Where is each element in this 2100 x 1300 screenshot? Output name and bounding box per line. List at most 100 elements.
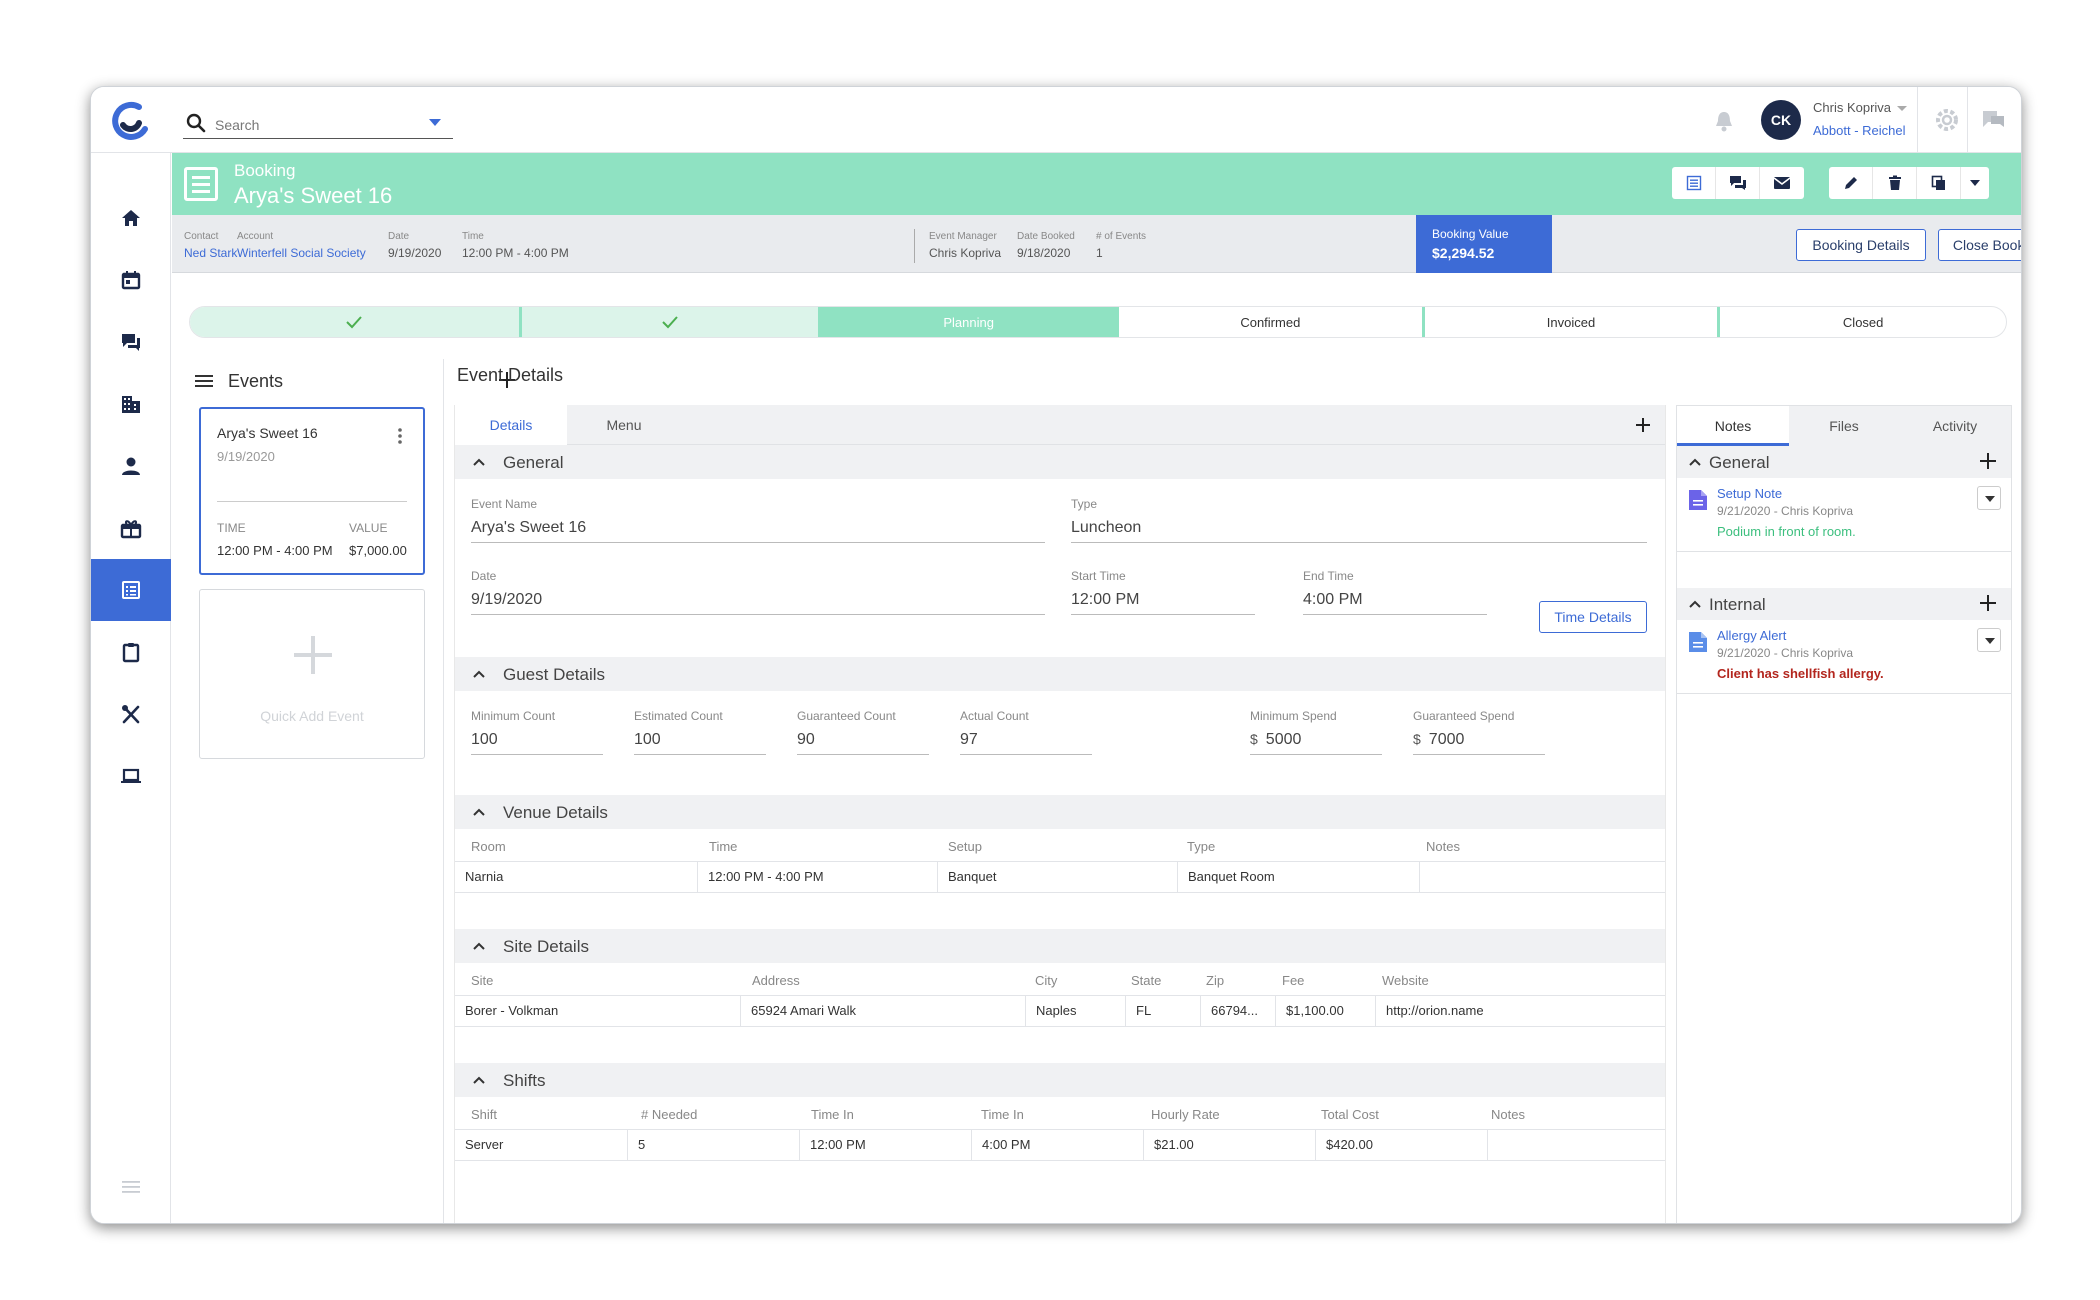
sidebar-item-menus[interactable] — [91, 683, 171, 745]
add-note-plus-icon[interactable] — [1979, 452, 1997, 470]
event-name-field[interactable]: Event Name Arya's Sweet 16 — [471, 497, 1045, 543]
sidebar-item-accounts[interactable] — [91, 373, 171, 435]
search-input[interactable]: Search — [215, 117, 259, 133]
person-icon — [122, 457, 140, 475]
search-bar[interactable]: Search — [183, 111, 453, 139]
section-guest-details[interactable]: Guest Details — [455, 657, 1665, 691]
notes-section-general[interactable]: General — [1677, 446, 2011, 478]
note-item[interactable]: Allergy Alert 9/21/2020 - Chris Kopriva … — [1677, 622, 2011, 694]
minimum-count-field[interactable]: Minimum Count 100 — [471, 709, 603, 755]
section-venue-details[interactable]: Venue Details — [455, 795, 1665, 829]
email-button[interactable] — [1760, 167, 1804, 199]
sidebar-item-messages[interactable] — [91, 311, 171, 373]
booking-value: Booking Value $2,294.52 — [1416, 215, 1552, 273]
date-field: Date 9/19/2020 — [388, 231, 442, 260]
sidebar-item-tasks[interactable] — [91, 621, 171, 683]
status-step[interactable] — [190, 307, 522, 337]
note-menu-dropdown[interactable] — [1977, 628, 2001, 652]
chat-icon[interactable] — [1979, 107, 2007, 133]
note-body: Client has shellfish allergy. — [1717, 666, 1884, 681]
divider — [443, 359, 444, 1223]
delete-button[interactable] — [1873, 167, 1917, 199]
note-item[interactable]: Setup Note 9/21/2020 - Chris Kopriva Pod… — [1677, 480, 2011, 552]
notes-section-internal[interactable]: Internal — [1677, 588, 2011, 620]
booking-info-strip: Contact Ned Stark Account Winterfell Socia… — [172, 215, 2021, 273]
bell-icon[interactable] — [1713, 109, 1735, 133]
booking-label: Booking — [234, 161, 296, 180]
estimated-count-field[interactable]: Estimated Count 100 — [634, 709, 766, 755]
minimum-spend-field[interactable]: Minimum Spend $5000 — [1250, 709, 1382, 755]
trash-icon — [1888, 175, 1901, 190]
tab-activity[interactable]: Activity — [1899, 406, 2011, 446]
table-row[interactable]: Borer - Volkman 65924 Amari Walk Naples … — [455, 995, 1665, 1027]
tab-files[interactable]: Files — [1789, 406, 1899, 446]
guaranteed-spend-field[interactable]: Guaranteed Spend $7000 — [1413, 709, 1545, 755]
table-header: Room Time Setup Type Notes — [471, 839, 1460, 854]
date-field[interactable]: Date 9/19/2020 — [471, 569, 1045, 615]
tab-menu[interactable]: Menu — [567, 405, 681, 445]
user-org[interactable]: Abbott - Reichel — [1813, 123, 1906, 138]
tab-notes[interactable]: Notes — [1677, 406, 1789, 446]
actual-count-field[interactable]: Actual Count 97 — [960, 709, 1092, 755]
type-field[interactable]: Type Luncheon — [1071, 497, 1647, 543]
more-actions-dropdown[interactable] — [1961, 167, 1989, 199]
status-step-invoiced[interactable]: Invoiced — [1425, 307, 1721, 337]
menu-icon[interactable] — [194, 373, 214, 389]
sidebar-item-reports[interactable] — [91, 745, 171, 807]
time-field: Time 12:00 PM - 4:00 PM — [462, 231, 569, 260]
section-shifts[interactable]: Shifts — [455, 1063, 1665, 1097]
add-note-plus-icon[interactable] — [1979, 594, 1997, 612]
note-title[interactable]: Setup Note — [1717, 486, 1782, 501]
event-card[interactable]: Arya's Sweet 16 9/19/2020 TIME VALUE 12:… — [199, 407, 425, 575]
status-step-planning[interactable]: Planning — [821, 307, 1119, 337]
section-site-details[interactable]: Site Details — [455, 929, 1665, 963]
logo[interactable] — [109, 99, 153, 143]
booking-details-button[interactable]: Booking Details — [1796, 229, 1926, 261]
contact-link[interactable]: Ned Stark — [184, 246, 237, 260]
account-link[interactable]: Winterfell Social Society — [237, 246, 366, 260]
search-dropdown-icon[interactable] — [429, 119, 441, 126]
end-time-field[interactable]: End Time 4:00 PM — [1303, 569, 1487, 615]
status-step-confirmed[interactable]: Confirmed — [1119, 307, 1425, 337]
table-row[interactable]: Narnia 12:00 PM - 4:00 PM Banquet Banque… — [455, 861, 1665, 893]
guaranteed-count-field[interactable]: Guaranteed Count 90 — [797, 709, 929, 755]
close-booking-button[interactable]: Close Booking — [1938, 229, 2021, 261]
quick-add-label: Quick Add Event — [260, 708, 364, 724]
venue-table: Room Time Setup Type Notes Narnia 12:00 … — [455, 829, 1665, 893]
add-plus-icon[interactable] — [1635, 417, 1651, 433]
time-details-button[interactable]: Time Details — [1539, 601, 1647, 633]
note-menu-dropdown[interactable] — [1977, 486, 2001, 510]
utensils-icon — [122, 705, 140, 724]
view-toolbar — [1672, 167, 1804, 199]
check-icon — [346, 316, 363, 329]
email-icon — [1773, 177, 1791, 189]
tab-details[interactable]: Details — [455, 405, 567, 445]
search-icon — [186, 113, 206, 133]
booking-icon — [1686, 175, 1701, 191]
chevron-up-icon — [473, 670, 485, 678]
table-row[interactable]: Server 5 12:00 PM 4:00 PM $21.00 $420.00 — [455, 1129, 1665, 1161]
avatar[interactable]: CK — [1761, 100, 1801, 140]
table-header: Site Address City State Zip Fee Website — [471, 973, 1429, 988]
start-time-field[interactable]: Start Time 12:00 PM — [1071, 569, 1255, 615]
section-general[interactable]: General — [455, 445, 1665, 479]
chat-button[interactable] — [1716, 167, 1760, 199]
sidebar-item-packages[interactable] — [91, 497, 171, 559]
menu-icon[interactable] — [120, 1179, 142, 1195]
kebab-icon[interactable] — [397, 427, 403, 445]
quick-add-event-button[interactable]: Quick Add Event — [199, 589, 425, 759]
messages-icon — [1729, 176, 1746, 190]
user-name[interactable]: Chris Kopriva — [1813, 100, 1908, 115]
status-step[interactable] — [521, 307, 822, 337]
edit-button[interactable] — [1829, 167, 1873, 199]
gear-icon[interactable] — [1934, 107, 1960, 133]
table-header: Shift # Needed Time In Time In Hourly Ra… — [471, 1107, 1525, 1122]
note-title[interactable]: Allergy Alert — [1717, 628, 1786, 643]
sidebar-item-calendar[interactable] — [91, 249, 171, 311]
sidebar-item-home[interactable] — [91, 187, 171, 249]
sidebar-item-bookings[interactable] — [91, 559, 171, 621]
sidebar-item-contacts[interactable] — [91, 435, 171, 497]
status-step-closed[interactable]: Closed — [1720, 307, 2006, 337]
copy-button[interactable] — [1917, 167, 1961, 199]
list-view-button[interactable] — [1672, 167, 1716, 199]
